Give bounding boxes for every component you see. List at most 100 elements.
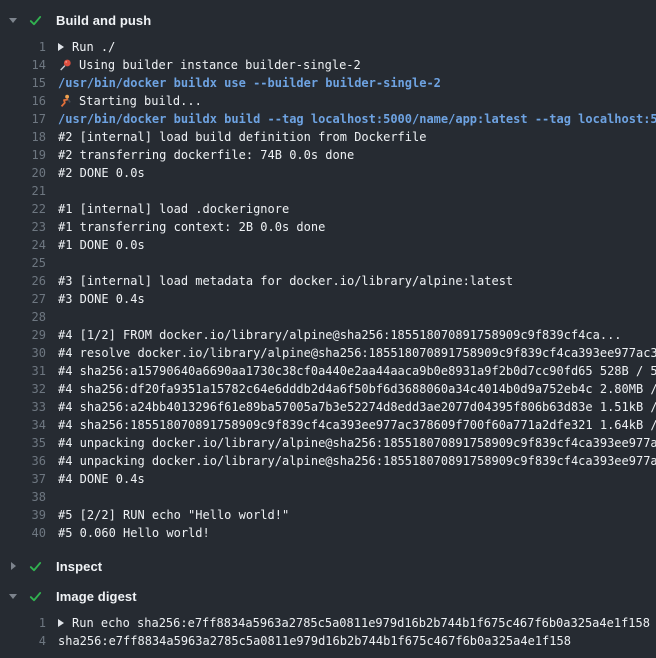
message-text: #4 sha256:df20fa9351a15782c64e6dddb2d4a6… (58, 380, 656, 398)
line-number[interactable]: 39 (0, 506, 58, 524)
line-number[interactable]: 22 (0, 200, 58, 218)
log-line: 22#1 [internal] load .dockerignore (0, 200, 656, 218)
line-number[interactable]: 37 (0, 470, 58, 488)
message-text: Run echo sha256:e7ff8834a5963a2785c5a081… (72, 614, 650, 632)
message-text: #2 transferring dockerfile: 74B 0.0s don… (58, 146, 354, 164)
line-number[interactable]: 14 (0, 56, 58, 74)
log-text: Starting build... (58, 92, 202, 110)
check-icon (28, 13, 56, 28)
log-line: 37#4 DONE 0.4s (0, 470, 656, 488)
log-line: 24#1 DONE 0.0s (0, 236, 656, 254)
pushpin-icon (58, 58, 79, 72)
message-text: #5 [2/2] RUN echo "Hello world!" (58, 506, 289, 524)
log-line: 34#4 sha256:185518070891758909c9f839cf4c… (0, 416, 656, 434)
log-line: 1 Run echo sha256:e7ff8834a5963a2785c5a08… (0, 614, 656, 632)
check-icon (28, 559, 56, 574)
chevron-down-icon[interactable] (8, 594, 18, 599)
log-text: #4 sha256:df20fa9351a15782c64e6dddb2d4a6… (58, 380, 656, 398)
line-number[interactable]: 24 (0, 236, 58, 254)
expand-group-icon[interactable] (58, 43, 64, 51)
message-text: #5 0.060 Hello world! (58, 524, 210, 542)
log-line: 31#4 sha256:a15790640a6690aa1730c38cf0a4… (0, 362, 656, 380)
line-number[interactable]: 23 (0, 218, 58, 236)
message-text: #3 DONE 0.4s (58, 290, 145, 308)
log-line: 39#5 [2/2] RUN echo "Hello world!" (0, 506, 656, 524)
log-line: 16 Starting build... (0, 92, 656, 110)
line-number[interactable]: 36 (0, 452, 58, 470)
log-text: #1 transferring context: 2B 0.0s done (58, 218, 325, 236)
line-number[interactable]: 1 (0, 614, 58, 632)
log-line: 1Run ./ (0, 38, 656, 56)
line-number[interactable]: 33 (0, 398, 58, 416)
step-header-build-and-push[interactable]: Build and push (0, 5, 656, 35)
log-text: /usr/bin/docker buildx build --tag local… (58, 110, 656, 128)
step-header-inspect[interactable]: Inspect (0, 551, 656, 581)
line-number[interactable]: 31 (0, 362, 58, 380)
message-text: #1 DONE 0.0s (58, 236, 145, 254)
log-lines-image-digest: 1 Run echo sha256:e7ff8834a5963a2785c5a08… (0, 614, 656, 650)
line-number[interactable]: 32 (0, 380, 58, 398)
log-line: 33#4 sha256:a24bb4013296f61e89ba57005a7b… (0, 398, 656, 416)
line-number[interactable]: 30 (0, 344, 58, 362)
log-line: 25 (0, 254, 656, 272)
line-number[interactable]: 21 (0, 182, 58, 200)
step-title: Build and push (56, 13, 151, 28)
line-number[interactable]: 35 (0, 434, 58, 452)
message-text: #4 unpacking docker.io/library/alpine@sh… (58, 434, 656, 452)
line-number[interactable]: 28 (0, 308, 58, 326)
message-text: Starting build... (79, 92, 202, 110)
line-number[interactable]: 27 (0, 290, 58, 308)
step-title: Inspect (56, 559, 102, 574)
line-number[interactable]: 15 (0, 74, 58, 92)
log-text: #1 [internal] load .dockerignore (58, 200, 289, 218)
line-number[interactable]: 19 (0, 146, 58, 164)
message-text: #4 unpacking docker.io/library/alpine@sh… (58, 452, 656, 470)
message-text: #4 DONE 0.4s (58, 470, 145, 488)
expand-group-icon[interactable] (58, 619, 64, 627)
line-number[interactable]: 20 (0, 164, 58, 182)
log-text: #4 unpacking docker.io/library/alpine@sh… (58, 434, 656, 452)
log-line: 14 Using builder instance builder-single-… (0, 56, 656, 74)
message-text: #4 [1/2] FROM docker.io/library/alpine@s… (58, 326, 622, 344)
log-lines-build-and-push: 1Run ./14 Using builder instance builder-… (0, 38, 656, 542)
log-line: 27#3 DONE 0.4s (0, 290, 656, 308)
line-number[interactable]: 17 (0, 110, 58, 128)
log-text: Run ./ (58, 38, 115, 56)
line-number[interactable]: 16 (0, 92, 58, 110)
message-text: #3 [internal] load metadata for docker.i… (58, 272, 513, 290)
command-text: /usr/bin/docker buildx use --builder bui… (58, 74, 441, 92)
runner-icon (58, 94, 79, 108)
line-number[interactable]: 4 (0, 632, 58, 650)
line-number[interactable]: 18 (0, 128, 58, 146)
message-text: sha256:e7ff8834a5963a2785c5a0811e979d16b… (58, 632, 571, 650)
log-text: #2 transferring dockerfile: 74B 0.0s don… (58, 146, 354, 164)
log-text: #4 sha256:a24bb4013296f61e89ba57005a7b3e… (58, 398, 656, 416)
step-title: Image digest (56, 589, 137, 604)
log-line: 18#2 [internal] load build definition fr… (0, 128, 656, 146)
chevron-right-icon[interactable] (8, 562, 18, 570)
log-text: /usr/bin/docker buildx use --builder bui… (58, 74, 441, 92)
line-number[interactable]: 25 (0, 254, 58, 272)
log-text: Using builder instance builder-single-2 (58, 56, 361, 74)
log-line: 21 (0, 182, 656, 200)
log-text: #4 sha256:185518070891758909c9f839cf4ca3… (58, 416, 656, 434)
command-text: /usr/bin/docker buildx build --tag local… (58, 110, 656, 128)
line-number[interactable]: 40 (0, 524, 58, 542)
step-header-image-digest[interactable]: Image digest (0, 581, 656, 611)
line-number[interactable]: 34 (0, 416, 58, 434)
line-number[interactable]: 1 (0, 38, 58, 56)
message-text: Using builder instance builder-single-2 (79, 56, 361, 74)
log-line: 32#4 sha256:df20fa9351a15782c64e6dddb2d4… (0, 380, 656, 398)
chevron-down-icon[interactable] (8, 18, 18, 23)
message-text: #4 sha256:185518070891758909c9f839cf4ca3… (58, 416, 656, 434)
line-number[interactable]: 29 (0, 326, 58, 344)
line-number[interactable]: 26 (0, 272, 58, 290)
workflow-log-viewer: Build and push1Run ./14Using builder ins… (0, 0, 656, 650)
log-text: #3 [internal] load metadata for docker.i… (58, 272, 513, 290)
line-number[interactable]: 38 (0, 488, 58, 506)
message-text: #2 [internal] load build definition from… (58, 128, 426, 146)
log-text: #4 DONE 0.4s (58, 470, 145, 488)
log-text: #5 [2/2] RUN echo "Hello world!" (58, 506, 289, 524)
log-text: #4 unpacking docker.io/library/alpine@sh… (58, 452, 656, 470)
log-line: 15/usr/bin/docker buildx use --builder b… (0, 74, 656, 92)
